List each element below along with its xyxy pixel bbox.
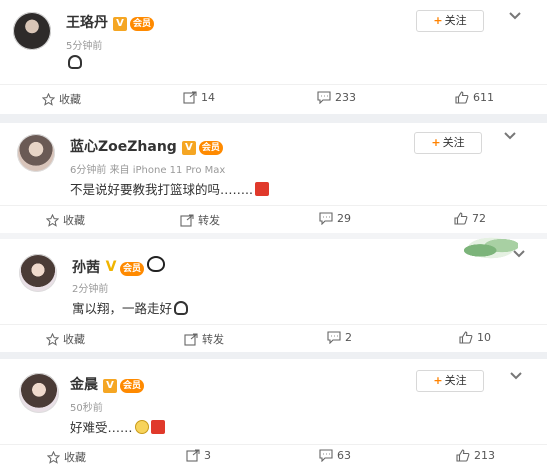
verified-icon: V — [113, 17, 127, 31]
verified-icon: V — [181, 141, 196, 155]
user-name[interactable]: 蓝心ZoeZhang V 会员 — [70, 136, 223, 156]
panda-icon — [147, 256, 166, 272]
vip-icon: 会员 — [130, 17, 155, 31]
user-name[interactable]: 王珞丹 V 会员 — [66, 12, 155, 32]
gift-icon — [150, 420, 165, 434]
post-1: 王珞丹 V 会员 5分钟前 + 关注 收藏 14 233 611 — [0, 0, 547, 115]
post-time: 5分钟前 — [66, 41, 103, 52]
user-name-text[interactable]: 金晨 — [70, 377, 98, 393]
separator — [0, 352, 547, 359]
thumbs-up-icon — [456, 449, 470, 465]
user-name-text[interactable]: 孙茜 — [72, 260, 100, 276]
comment-button[interactable]: 29 — [319, 212, 351, 228]
separator — [0, 114, 547, 123]
emoji-icon — [174, 301, 189, 315]
comment-icon — [319, 212, 333, 228]
user-name[interactable]: 孙茜 V 会员 — [72, 256, 166, 277]
verified-icon: V — [105, 259, 117, 275]
comment-icon — [319, 449, 333, 465]
repost-icon — [186, 449, 200, 465]
avatar[interactable] — [13, 12, 51, 50]
vip-icon: 会员 — [120, 379, 145, 393]
collect-button[interactable]: 收藏 — [45, 331, 85, 349]
follow-button[interactable]: + 关注 — [416, 10, 484, 32]
like-button[interactable]: 213 — [456, 449, 495, 465]
avatar[interactable] — [17, 134, 55, 172]
comment-button[interactable]: 63 — [319, 449, 351, 465]
chevron-down-icon[interactable] — [512, 249, 528, 261]
collect-button[interactable]: 收藏 — [46, 449, 86, 467]
action-bar: 收藏 3 63 213 — [0, 444, 547, 467]
repost-button[interactable]: 3 — [186, 449, 211, 465]
post-3: 孙茜 V 会员 2分钟前 寓以翔，一路走好 收藏 转发 2 10 — [0, 239, 547, 352]
star-icon — [45, 332, 60, 349]
vip-icon: 会员 — [198, 141, 223, 155]
post-time: 50秒前 — [70, 403, 103, 414]
collect-button[interactable]: 收藏 — [41, 91, 81, 109]
collect-button[interactable]: 收藏 — [45, 212, 85, 230]
comment-button[interactable]: 233 — [317, 91, 356, 107]
action-bar: 收藏 转发 29 72 — [0, 205, 547, 234]
repost-button[interactable]: 转发 — [184, 331, 224, 349]
star-icon — [41, 92, 56, 109]
vip-icon: 会员 — [120, 262, 145, 276]
gift-icon — [254, 182, 269, 196]
post-time-source: 6分钟前 来自 iPhone 11 Pro Max — [70, 165, 226, 176]
thumbs-up-icon — [455, 91, 469, 107]
user-name-text[interactable]: 王珞丹 — [66, 15, 108, 31]
star-icon — [46, 450, 61, 467]
post-4: 金晨 V 会员 50秒前 好难受…… + 关注 收藏 3 63 213 — [0, 359, 547, 466]
post-content: 寓以翔，一路走好 — [72, 298, 189, 317]
repost-icon — [183, 91, 197, 107]
smile-emoji-icon — [134, 420, 149, 434]
comment-icon — [327, 331, 341, 347]
repost-icon — [180, 214, 194, 230]
thumbs-up-icon — [454, 212, 468, 228]
thumbs-up-icon — [459, 331, 473, 347]
chevron-down-icon[interactable] — [503, 131, 519, 143]
comment-icon — [317, 91, 331, 107]
post-2: 蓝心ZoeZhang V 会员 6分钟前 来自 iPhone 11 Pro Max … — [0, 123, 547, 233]
repost-button[interactable]: 转发 — [180, 212, 220, 230]
repost-button[interactable]: 14 — [183, 91, 215, 107]
post-content: 好难受…… — [70, 417, 165, 436]
user-name-text[interactable]: 蓝心ZoeZhang — [70, 139, 177, 155]
weibo-feed: 王珞丹 V 会员 5分钟前 + 关注 收藏 14 233 611 蓝心ZoeZh… — [0, 0, 547, 466]
post-content — [66, 55, 82, 70]
chevron-down-icon[interactable] — [509, 371, 525, 383]
verified-icon: V — [103, 379, 117, 393]
action-bar: 收藏 转发 2 10 — [0, 324, 547, 353]
post-time: 2分钟前 — [72, 284, 109, 295]
chevron-down-icon[interactable] — [508, 11, 524, 23]
avatar[interactable] — [19, 373, 59, 413]
emoji-icon — [68, 55, 82, 69]
star-icon — [45, 213, 60, 230]
like-button[interactable]: 72 — [454, 212, 486, 228]
post-content: 不是说好要教我打篮球的吗…….. — [70, 179, 269, 198]
user-name[interactable]: 金晨 V 会员 — [70, 374, 145, 394]
avatar[interactable] — [19, 254, 57, 292]
like-button[interactable]: 10 — [459, 331, 491, 347]
action-bar: 收藏 14 233 611 — [0, 84, 547, 113]
like-button[interactable]: 611 — [455, 91, 494, 107]
follow-button[interactable]: + 关注 — [416, 370, 484, 392]
comment-button[interactable]: 2 — [327, 331, 352, 347]
follow-button[interactable]: + 关注 — [414, 132, 482, 154]
repost-icon — [184, 333, 198, 349]
